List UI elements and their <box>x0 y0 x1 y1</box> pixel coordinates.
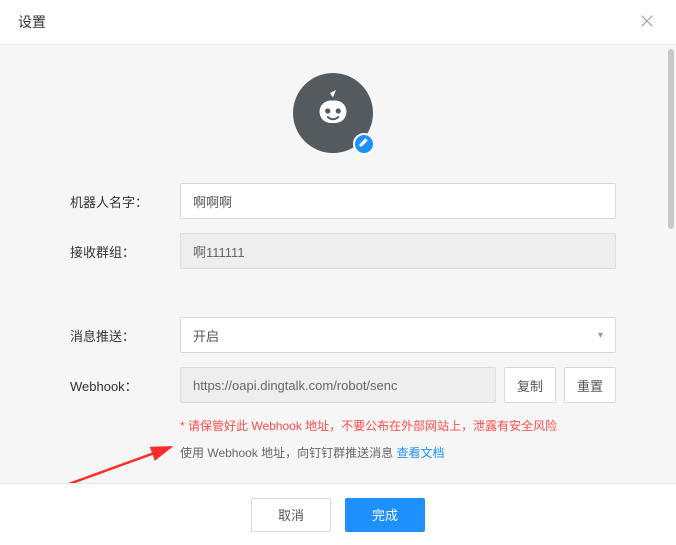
robot-name-input[interactable] <box>180 183 616 219</box>
row-recv-group: 接收群组： <box>70 233 616 269</box>
recv-group-label: 接收群组： <box>70 242 180 261</box>
close-icon[interactable] <box>636 9 658 35</box>
scroll-area: 机器人名字： 接收群组： 消息推送： 开启 <box>0 45 666 483</box>
ok-button[interactable]: 完成 <box>345 498 425 532</box>
push-label: 消息推送： <box>70 326 180 345</box>
robot-icon <box>309 87 357 140</box>
row-webhook: Webhook： 复制 重置 <box>70 367 616 403</box>
help-text: 使用 Webhook 地址，向钉钉群推送消息 <box>180 446 396 460</box>
avatar-container <box>0 73 666 153</box>
settings-dialog: 设置 <box>0 0 676 545</box>
pencil-icon <box>358 135 370 153</box>
scrollbar-track[interactable] <box>668 49 674 479</box>
webhook-help: 使用 Webhook 地址，向钉钉群推送消息 查看文档 <box>180 444 616 461</box>
row-robot-name: 机器人名字： <box>70 183 616 219</box>
row-push: 消息推送： 开启 ▾ <box>70 317 616 353</box>
edit-avatar-button[interactable] <box>353 133 375 155</box>
robot-avatar[interactable] <box>293 73 373 153</box>
recv-group-input <box>180 233 616 269</box>
cancel-button[interactable]: 取消 <box>251 498 331 532</box>
dialog-body: 机器人名字： 接收群组： 消息推送： 开启 <box>0 44 676 545</box>
push-select[interactable]: 开启 ▾ <box>180 317 616 353</box>
push-select-value: 开启 <box>193 326 219 345</box>
robot-name-label: 机器人名字： <box>70 192 180 211</box>
reset-button[interactable]: 重置 <box>564 367 616 403</box>
webhook-warning: * 请保管好此 Webhook 地址，不要公布在外部网站上，泄露有安全风险 <box>180 417 616 434</box>
webhook-label: Webhook： <box>70 376 180 395</box>
view-docs-link[interactable]: 查看文档 <box>396 446 444 460</box>
copy-button[interactable]: 复制 <box>504 367 556 403</box>
webhook-input[interactable] <box>180 367 496 403</box>
titlebar: 设置 <box>0 0 676 44</box>
scrollbar-thumb[interactable] <box>668 49 674 229</box>
chevron-down-icon: ▾ <box>598 330 603 341</box>
dialog-footer: 取消 完成 <box>0 483 676 545</box>
form: 机器人名字： 接收群组： 消息推送： 开启 <box>0 183 666 461</box>
dialog-title: 设置 <box>18 12 46 32</box>
